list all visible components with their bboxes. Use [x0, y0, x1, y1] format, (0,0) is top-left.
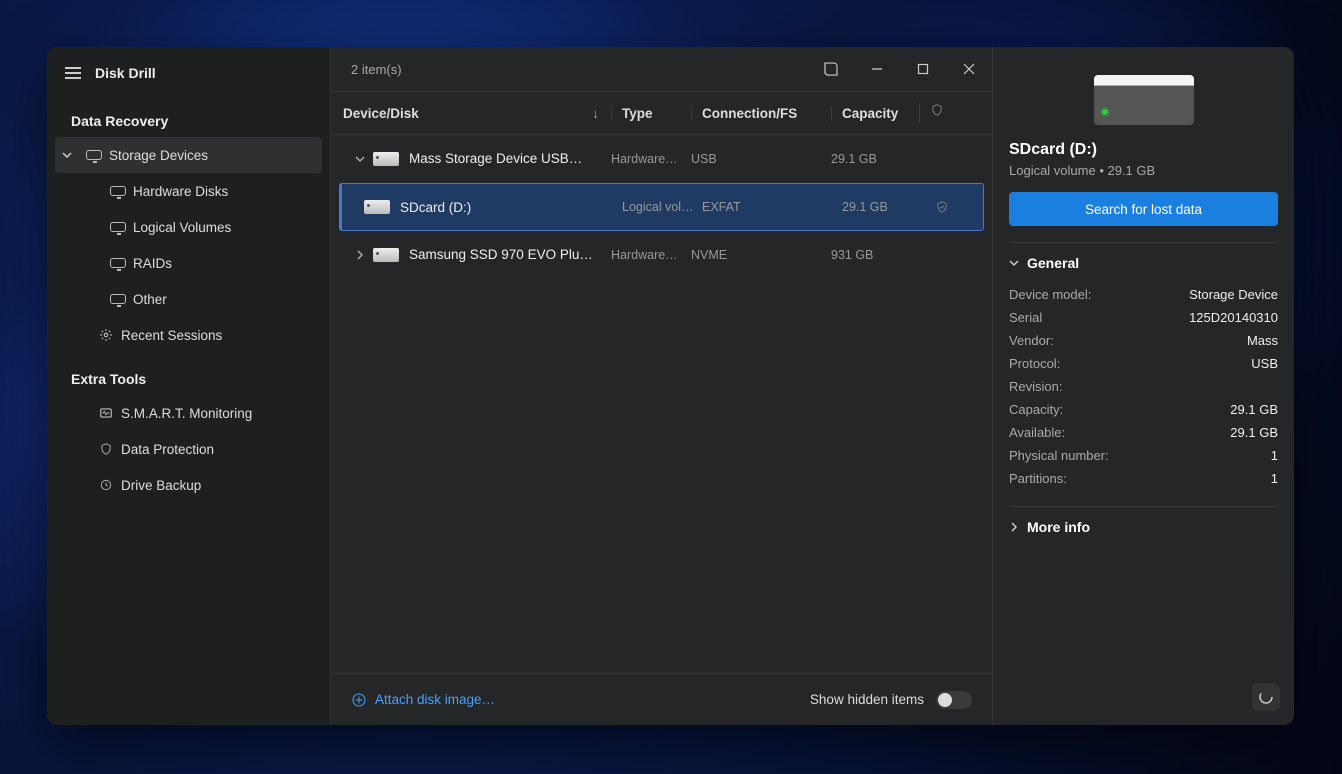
- shield-icon: [91, 442, 121, 456]
- cell-type: Hardware…: [611, 152, 691, 166]
- drive-icon: [364, 200, 390, 214]
- device-name: Mass Storage Device USB…: [409, 151, 582, 166]
- drive-icon: [373, 152, 399, 166]
- cell-cap: 29.1 GB: [842, 200, 922, 214]
- disk-icon: [103, 258, 133, 268]
- cell-type: Logical vol…: [622, 200, 702, 214]
- item-count: 2 item(s): [351, 62, 402, 77]
- sidebar-item-storage-devices[interactable]: Storage Devices: [55, 137, 322, 173]
- sidebar-item-drive-backup[interactable]: Drive Backup: [47, 467, 330, 503]
- details-subtitle: Logical volume • 29.1 GB: [1009, 163, 1278, 178]
- table-row[interactable]: SDcard (D:) Logical vol… EXFAT 29.1 GB: [339, 183, 984, 231]
- table-row[interactable]: Samsung SSD 970 EVO Plu… Hardware… NVME …: [331, 231, 992, 279]
- sidebar-item-other[interactable]: Other: [47, 281, 330, 317]
- chevron-right-icon: [1009, 522, 1019, 532]
- sidebar-item-label: Storage Devices: [109, 148, 208, 163]
- sidebar-item-raids[interactable]: RAIDs: [47, 245, 330, 281]
- app-window: Disk Drill Data Recovery Storage Devices…: [47, 47, 1294, 725]
- plus-circle-icon: [351, 692, 367, 708]
- disk-icon: [103, 294, 133, 304]
- help-button[interactable]: [808, 47, 854, 91]
- details-panel: SDcard (D:) Logical volume • 29.1 GB Sea…: [992, 47, 1294, 725]
- cell-cap: 931 GB: [831, 248, 911, 262]
- cell-shield: [922, 200, 962, 214]
- sidebar-item-data-protection[interactable]: Data Protection: [47, 431, 330, 467]
- shield-icon: [930, 103, 944, 117]
- show-hidden-label: Show hidden items: [810, 692, 924, 707]
- table-row[interactable]: Mass Storage Device USB… Hardware… USB 2…: [331, 135, 992, 183]
- device-name: SDcard (D:): [400, 200, 471, 215]
- sidebar-item-label: Other: [133, 292, 167, 307]
- gear-icon: [91, 328, 121, 342]
- menu-icon[interactable]: [65, 67, 81, 79]
- section-extra-tools: Extra Tools: [47, 353, 330, 395]
- table-body: Mass Storage Device USB… Hardware… USB 2…: [331, 135, 992, 279]
- sidebar-item-label: Drive Backup: [121, 478, 201, 493]
- cell-conn: EXFAT: [702, 200, 842, 214]
- sidebar-item-hardware-disks[interactable]: Hardware Disks: [47, 173, 330, 209]
- minimize-button[interactable]: [854, 47, 900, 91]
- spinner-icon: [1257, 688, 1275, 706]
- disk-icon: [103, 186, 133, 196]
- sidebar-item-label: S.M.A.R.T. Monitoring: [121, 406, 252, 421]
- col-capacity[interactable]: Capacity: [831, 106, 911, 121]
- shield-check-icon: [935, 200, 949, 214]
- cell-type: Hardware…: [611, 248, 691, 262]
- status-indicator[interactable]: [1252, 683, 1280, 711]
- disk-icon: [103, 222, 133, 232]
- sidebar-item-label: Data Protection: [121, 442, 214, 457]
- chevron-down-icon: [1009, 258, 1019, 268]
- main-footer: Attach disk image… Show hidden items: [331, 673, 992, 725]
- drive-icon: [373, 248, 399, 262]
- sidebar-item-recent-sessions[interactable]: Recent Sessions: [47, 317, 330, 353]
- sidebar-item-smart[interactable]: S.M.A.R.T. Monitoring: [47, 395, 330, 431]
- app-title: Disk Drill: [95, 65, 156, 81]
- more-info-section-toggle[interactable]: More info: [1009, 507, 1278, 547]
- window-controls: [808, 47, 992, 91]
- chevron-down-icon: [55, 150, 79, 160]
- section-data-recovery: Data Recovery: [47, 95, 330, 137]
- table-header: Device/Disk ↓ Type Connection/FS Capacit…: [331, 91, 992, 135]
- device-name: Samsung SSD 970 EVO Plu…: [409, 247, 593, 262]
- col-type[interactable]: Type: [611, 106, 691, 121]
- sidebar: Disk Drill Data Recovery Storage Devices…: [47, 47, 330, 725]
- main-panel: 2 item(s) Device/Disk ↓: [330, 47, 992, 725]
- sidebar-item-logical-volumes[interactable]: Logical Volumes: [47, 209, 330, 245]
- show-hidden-toggle[interactable]: [936, 691, 972, 709]
- disk-icon: [79, 150, 109, 160]
- details-title: SDcard (D:): [1009, 141, 1278, 159]
- disk-illustration: [1094, 75, 1194, 125]
- maximize-button[interactable]: [900, 47, 946, 91]
- general-section-toggle[interactable]: General: [1009, 243, 1278, 283]
- clock-icon: [91, 478, 121, 492]
- sidebar-item-label: Recent Sessions: [121, 328, 222, 343]
- main-header: 2 item(s): [331, 47, 992, 91]
- col-connection[interactable]: Connection/FS: [691, 106, 831, 121]
- close-button[interactable]: [946, 47, 992, 91]
- cell-conn: USB: [691, 152, 831, 166]
- cell-cap: 29.1 GB: [831, 152, 911, 166]
- attach-disk-image-button[interactable]: Attach disk image…: [351, 692, 495, 708]
- sidebar-item-label: Logical Volumes: [133, 220, 231, 235]
- cell-conn: NVME: [691, 248, 831, 262]
- general-props: Device model:Storage Device Serial125D20…: [1009, 283, 1278, 490]
- title-bar-left: Disk Drill: [47, 51, 330, 95]
- search-lost-data-button[interactable]: Search for lost data: [1009, 192, 1278, 226]
- col-device[interactable]: Device/Disk ↓: [331, 106, 611, 121]
- sidebar-item-label: Hardware Disks: [133, 184, 228, 199]
- sidebar-item-label: RAIDs: [133, 256, 172, 271]
- col-status[interactable]: [911, 103, 951, 123]
- sort-arrow-icon: ↓: [592, 106, 599, 121]
- activity-icon: [91, 406, 121, 420]
- chevron-down-icon[interactable]: [351, 154, 369, 164]
- chevron-right-icon[interactable]: [351, 250, 369, 260]
